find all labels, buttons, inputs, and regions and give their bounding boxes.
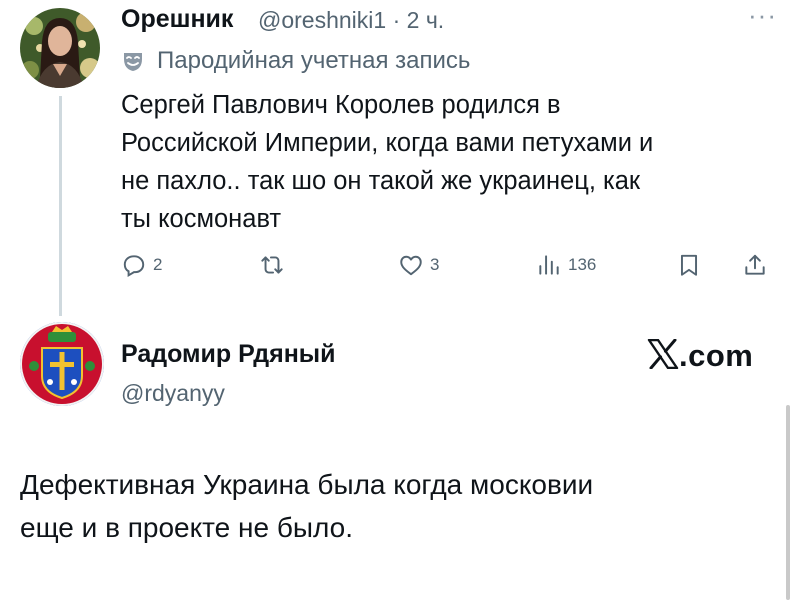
timestamp[interactable]: 2 ч.: [407, 7, 445, 33]
parody-text: Пародийная учетная запись: [157, 47, 471, 74]
views-count: 136: [568, 255, 597, 274]
handle[interactable]: @oreshniki1: [258, 7, 386, 33]
thread-line: [59, 96, 62, 316]
x-com-text: .com: [679, 338, 754, 373]
more-options-button[interactable]: ···: [748, 0, 777, 31]
retweet-icon: [258, 252, 286, 278]
display-name-radomir[interactable]: Радомир Рдяный: [121, 340, 336, 369]
avatar-radomir[interactable]: [20, 322, 104, 406]
handle-radomir[interactable]: @rdyanyy: [121, 380, 225, 407]
reply-count: 2: [153, 255, 163, 274]
share-icon: [742, 252, 768, 278]
meta-separator: ·: [392, 7, 401, 33]
tweet-text: Сергей Павлович Королев родился в Россий…: [121, 91, 654, 233]
scrollbar[interactable]: [786, 405, 790, 600]
mask-icon: [121, 49, 145, 73]
like-count: 3: [430, 255, 440, 274]
reply-button[interactable]: 2: [121, 248, 162, 282]
views-icon: [536, 252, 562, 278]
x-logo-icon: [647, 338, 679, 374]
like-button[interactable]: 3: [398, 248, 439, 282]
retweet-button[interactable]: [258, 248, 286, 282]
parody-label: Пародийная учетная запись: [121, 46, 470, 76]
x-com-watermark: .com: [647, 336, 753, 376]
bookmark-button[interactable]: [676, 248, 702, 282]
bookmark-icon: [676, 252, 702, 278]
display-name[interactable]: Орешник: [121, 5, 233, 34]
reply-icon: [121, 252, 147, 278]
tweet-text-radomir: Дефективная Украина была когда московии …: [20, 469, 594, 543]
heart-icon: [398, 252, 424, 278]
tweet-meta: @oreshniki1 · 2 ч.: [258, 7, 444, 34]
share-button[interactable]: [742, 248, 768, 282]
views-button[interactable]: 136: [536, 248, 596, 282]
avatar-oreshnik[interactable]: [20, 8, 100, 88]
